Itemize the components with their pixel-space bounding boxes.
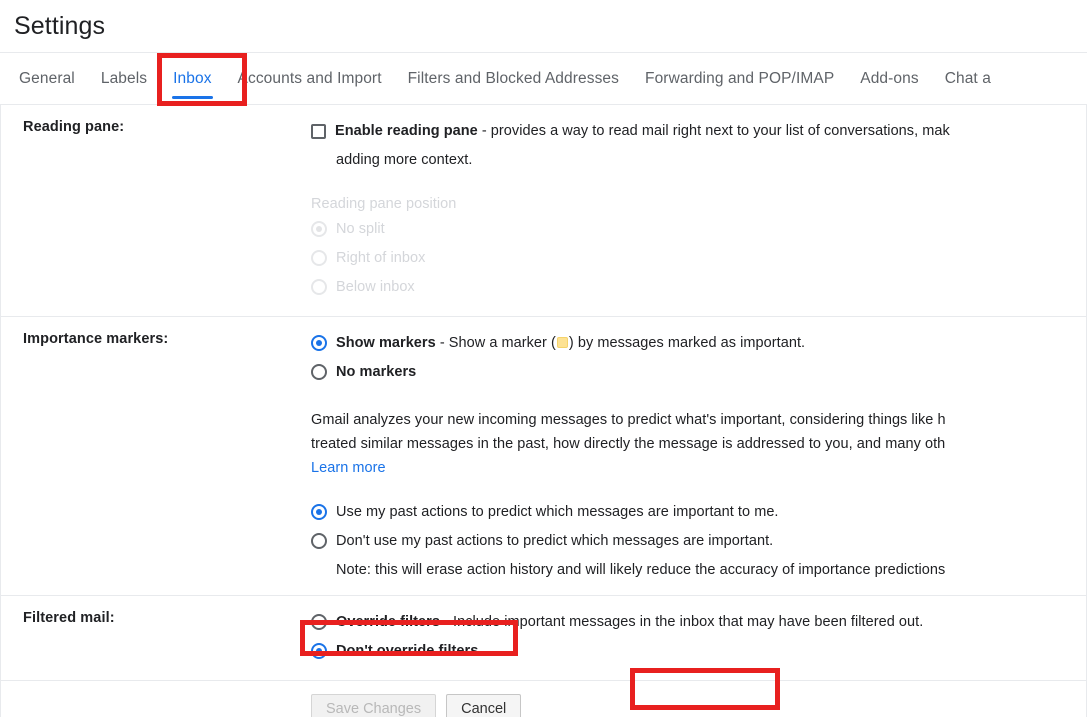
enable-reading-pane-text: Enable reading pane - provides a way to …: [335, 119, 950, 144]
tab-labels[interactable]: Labels: [88, 53, 160, 105]
show-markers-radio[interactable]: [311, 335, 327, 360]
importance-explanation: Gmail analyzes your new incoming message…: [311, 408, 1086, 480]
no-split-radio: [311, 221, 327, 246]
tab-inbox[interactable]: Inbox: [160, 53, 224, 105]
settings-footer: Save Changes Cancel: [1, 680, 1086, 717]
filtered-mail-label: Filtered mail:: [23, 610, 115, 626]
enable-reading-pane-checkbox[interactable]: [311, 123, 326, 148]
reading-pane-position-group: Reading pane position No split Right of …: [311, 192, 1086, 304]
reading-pane-content: Enable reading pane - provides a way to …: [311, 119, 1086, 304]
enable-reading-pane-desc: - provides a way to read mail right next…: [477, 123, 950, 139]
cancel-button[interactable]: Cancel: [446, 694, 522, 717]
page-title: Settings: [14, 11, 106, 40]
show-markers-desc-pre: - Show a marker (: [435, 335, 556, 351]
use-past-actions-radio[interactable]: [311, 504, 327, 529]
right-of-inbox-radio: [311, 250, 327, 275]
past-actions-group: Use my past actions to predict which mes…: [311, 500, 1086, 583]
use-past-actions-label: Use my past actions to predict which mes…: [336, 504, 779, 520]
enable-reading-pane-desc-line2: adding more context.: [336, 152, 473, 168]
reading-pane-label: Reading pane:: [23, 119, 125, 135]
override-filters-desc: - Include important messages in the inbo…: [439, 614, 924, 630]
no-markers-label: No markers: [336, 364, 417, 380]
settings-page: Settings General Labels Inbox Accounts a…: [0, 0, 1087, 717]
page-header: Settings: [0, 0, 1087, 53]
override-filters-label: Override filters: [336, 614, 440, 630]
tab-add-ons[interactable]: Add-ons: [847, 53, 931, 105]
filtered-mail-content: Override filters - Include important mes…: [311, 610, 1086, 668]
dont-override-filters-radio[interactable]: [311, 643, 327, 668]
dont-use-past-actions-row[interactable]: Don't use my past actions to predict whi…: [311, 529, 1086, 558]
tab-general[interactable]: General: [14, 53, 88, 105]
enable-reading-pane-row[interactable]: Enable reading pane - provides a way to …: [311, 119, 1086, 148]
reading-pane-position-no-split-row: No split: [311, 217, 1086, 246]
enable-reading-pane-label: Enable reading pane: [335, 123, 478, 139]
override-filters-text: Override filters - Include important mes…: [336, 610, 923, 635]
importance-markers-label: Importance markers:: [23, 331, 169, 347]
learn-more-link[interactable]: Learn more: [311, 456, 386, 480]
settings-tabbar: General Labels Inbox Accounts and Import…: [0, 53, 1087, 105]
dont-use-past-actions-radio[interactable]: [311, 533, 327, 558]
reading-pane-position-title: Reading pane position: [311, 196, 457, 212]
right-of-inbox-label: Right of inbox: [336, 250, 426, 266]
importance-marker-icon: [556, 337, 568, 348]
importance-explanation-line1: Gmail analyzes your new incoming message…: [311, 412, 946, 428]
override-filters-radio[interactable]: [311, 614, 327, 639]
tab-filters-and-blocked-addresses[interactable]: Filters and Blocked Addresses: [395, 53, 632, 105]
reading-pane-position-right-of-inbox-row: Right of inbox: [311, 246, 1086, 275]
reading-pane-position-below-inbox-row: Below inbox: [311, 275, 1086, 304]
below-inbox-radio: [311, 279, 327, 304]
show-markers-label: Show markers: [336, 335, 436, 351]
use-past-actions-row[interactable]: Use my past actions to predict which mes…: [311, 500, 1086, 529]
tab-chat-and-meet[interactable]: Chat a: [932, 53, 1004, 105]
section-reading-pane: Reading pane: Enable reading pane - prov…: [1, 105, 1086, 316]
no-markers-radio[interactable]: [311, 364, 327, 389]
show-markers-row[interactable]: Show markers - Show a marker ( ) by messa…: [311, 331, 1086, 360]
show-markers-text: Show markers - Show a marker ( ) by messa…: [336, 331, 805, 356]
below-inbox-label: Below inbox: [336, 279, 415, 295]
dont-override-filters-label: Don't override filters: [336, 643, 479, 659]
importance-markers-content: Show markers - Show a marker ( ) by messa…: [311, 331, 1086, 583]
dont-use-past-actions-label: Don't use my past actions to predict whi…: [336, 533, 774, 549]
save-changes-button[interactable]: Save Changes: [311, 694, 437, 717]
section-filtered-mail: Filtered mail: Override filters - Includ…: [1, 595, 1086, 680]
dont-override-filters-row[interactable]: Don't override filters: [311, 639, 1086, 668]
show-markers-desc-post: ) by messages marked as important.: [568, 335, 806, 351]
tab-accounts-and-import[interactable]: Accounts and Import: [225, 53, 395, 105]
tab-forwarding-and-pop-imap[interactable]: Forwarding and POP/IMAP: [632, 53, 847, 105]
section-importance-markers: Importance markers: Show markers - Show …: [1, 316, 1086, 595]
past-actions-note: Note: this will erase action history and…: [336, 562, 946, 578]
no-split-label: No split: [336, 221, 385, 237]
no-markers-row[interactable]: No markers: [311, 360, 1086, 389]
override-filters-row[interactable]: Override filters - Include important mes…: [311, 610, 1086, 639]
importance-explanation-line2: treated similar messages in the past, ho…: [311, 436, 946, 452]
settings-body: Reading pane: Enable reading pane - prov…: [0, 105, 1087, 717]
